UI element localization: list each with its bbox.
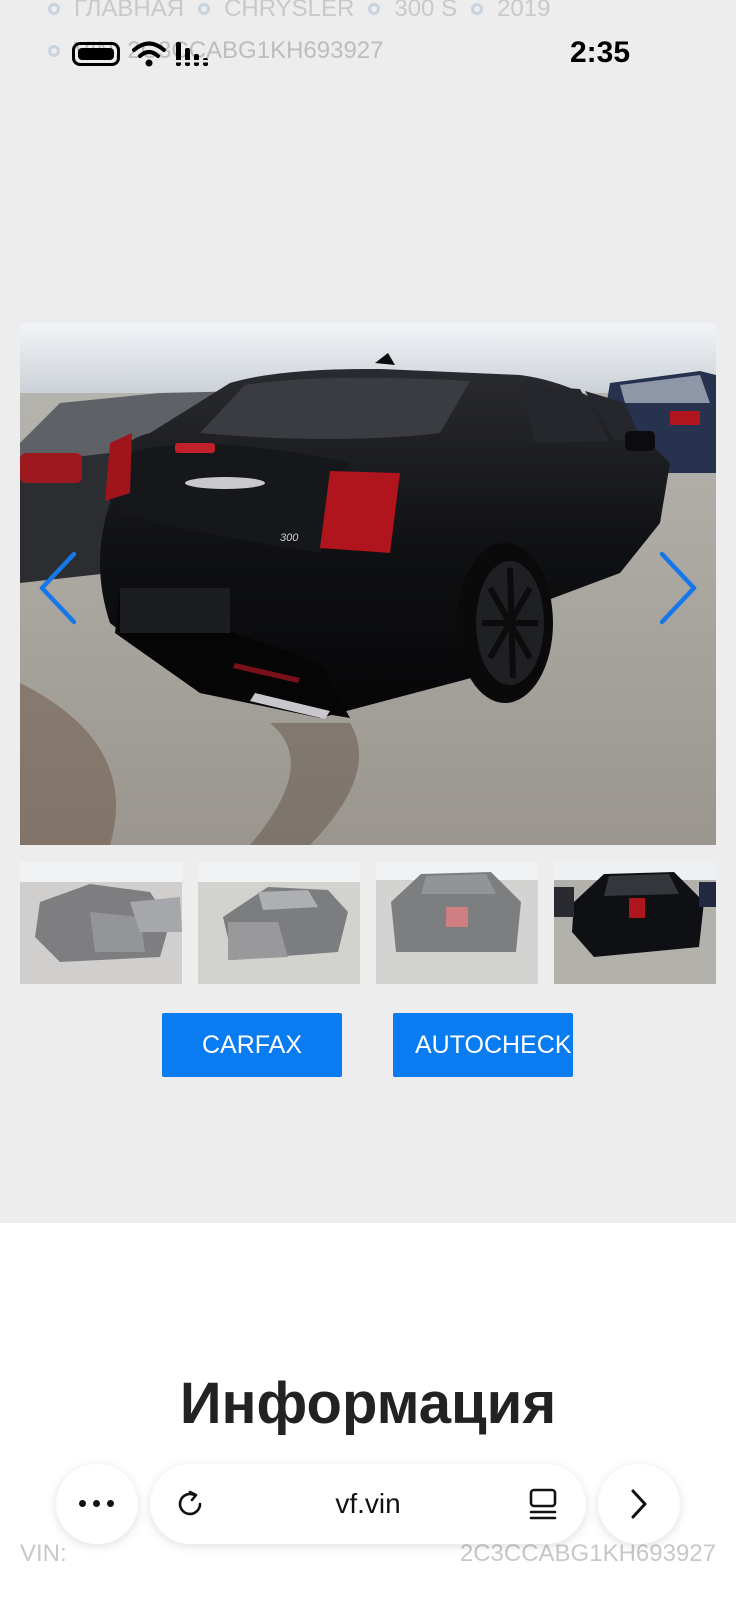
wifi-icon <box>132 41 166 67</box>
more-button[interactable] <box>56 1464 138 1544</box>
svg-text:300: 300 <box>280 532 299 544</box>
info-title: Информация <box>179 1371 557 1436</box>
tabs-icon[interactable] <box>526 1486 560 1522</box>
url-text: vf.vin <box>335 1488 401 1519</box>
autocheck-button[interactable]: AUTOCHECK <box>393 1013 573 1077</box>
carfax-button[interactable]: CARFAX <box>162 1013 342 1077</box>
forward-icon <box>631 1489 647 1519</box>
status-bar: 2:35 <box>0 0 736 90</box>
clock: 2:35 <box>569 36 630 69</box>
vin-value: 2C3CCABG1KH693927 <box>459 1540 716 1567</box>
chevron-right-icon[interactable] <box>654 548 702 628</box>
thumbnail-3[interactable] <box>376 862 538 984</box>
vin-row: VIN: 2C3CCABG1KH693927 <box>20 1540 716 1568</box>
car-photo-image: 300 <box>20 323 716 845</box>
thumbnail-4[interactable] <box>554 862 716 984</box>
address-bar[interactable]: vf.vin <box>150 1464 586 1544</box>
main-car-photo[interactable]: 300 <box>20 323 716 845</box>
signal-icon <box>176 42 216 66</box>
thumbnail-strip <box>20 862 716 984</box>
forward-button[interactable] <box>598 1464 680 1544</box>
chevron-left-icon[interactable] <box>34 548 82 628</box>
battery-icon <box>72 42 120 66</box>
more-icon <box>79 1500 114 1507</box>
vin-label: VIN: <box>20 1540 67 1567</box>
thumbnail-2[interactable] <box>198 862 360 984</box>
thumbnail-1[interactable] <box>20 862 182 984</box>
